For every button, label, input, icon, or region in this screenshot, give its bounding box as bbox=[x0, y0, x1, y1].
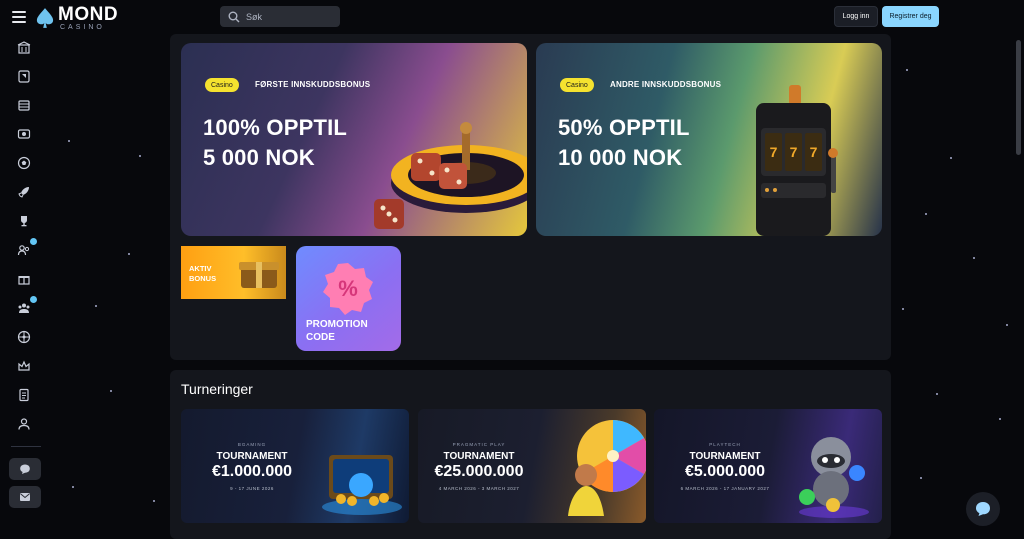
trophy-icon[interactable] bbox=[14, 211, 34, 231]
mail-icon[interactable] bbox=[9, 486, 41, 508]
active-bonus-line1: AKTIV bbox=[189, 264, 212, 273]
soccer-ball-icon[interactable] bbox=[14, 153, 34, 173]
live-casino-icon[interactable] bbox=[14, 124, 34, 144]
raccoon-illustration bbox=[799, 437, 869, 518]
brand-subtitle: CASINO bbox=[60, 24, 105, 31]
rocket-icon[interactable] bbox=[14, 182, 34, 202]
crown-icon[interactable] bbox=[14, 356, 34, 376]
notification-dot bbox=[30, 238, 37, 245]
search-box[interactable] bbox=[220, 6, 340, 27]
tournament-amount: €1.000.000 bbox=[211, 463, 293, 480]
roulette-illustration bbox=[374, 122, 527, 229]
promotion-code-tile[interactable]: % PROMOTION CODE bbox=[296, 246, 401, 351]
brand-name: MOND bbox=[58, 4, 119, 25]
tournament-dates: 4 MARCH 2026 - 3 MARCH 2027 bbox=[438, 486, 520, 491]
live-chat-button[interactable] bbox=[966, 492, 1000, 526]
fortune-wheel-illustration bbox=[568, 420, 646, 516]
svg-text:7: 7 bbox=[790, 144, 798, 160]
tournament-amount: €25.000.000 bbox=[434, 463, 524, 480]
menu-icon[interactable] bbox=[12, 11, 26, 23]
tournament-amount: €5.000.000 bbox=[684, 463, 766, 480]
chat-bubble-icon bbox=[976, 502, 990, 516]
promo-card-first-deposit[interactable]: Casino FØRSTE INNSKUDDSBONUS 100% OPPTIL… bbox=[181, 43, 527, 236]
svg-text:7: 7 bbox=[810, 144, 818, 160]
notification-dot bbox=[30, 296, 37, 303]
tournament-card[interactable]: BGAMING TOURNAMENT €1.000.000 9 - 17 JUN… bbox=[181, 409, 409, 523]
brand-logo[interactable]: MOND CASINO bbox=[36, 5, 118, 31]
slot-machine-illustration: 7 7 7 bbox=[756, 85, 838, 236]
tournament-name: TOURNAMENT bbox=[689, 451, 761, 462]
active-bonus-line2: BONUS bbox=[189, 274, 217, 283]
register-button[interactable]: Registrer deg bbox=[882, 6, 939, 27]
spade-icon bbox=[36, 8, 54, 28]
chat-icon[interactable] bbox=[9, 458, 41, 480]
document-icon[interactable] bbox=[14, 385, 34, 405]
vip-group-icon[interactable] bbox=[14, 296, 37, 318]
treasure-illustration bbox=[322, 455, 402, 515]
tournament-card[interactable]: PLAYTECH TOURNAMENT €5.000.000 6 MARCH 2… bbox=[654, 409, 882, 523]
section-title-tournaments: Turneringer bbox=[181, 381, 253, 397]
promo-title-line1: 100% OPPTIL bbox=[203, 115, 348, 140]
active-bonus-label: AKTIV BONUS bbox=[189, 264, 216, 284]
gift-box-icon bbox=[239, 262, 279, 288]
promo-title: 100% OPPTIL 5 000 NOK bbox=[203, 113, 347, 173]
sidebar-divider bbox=[11, 446, 41, 447]
svg-text:7: 7 bbox=[770, 144, 778, 160]
tournament-provider: BGAMING bbox=[237, 442, 267, 447]
promotion-code-line1: PROMOTION bbox=[306, 319, 368, 330]
tournament-name: TOURNAMENT bbox=[216, 451, 288, 462]
promo-label: FØRSTE INNSKUDDSBONUS bbox=[255, 80, 371, 89]
promo-title-line1: 50% OPPTIL bbox=[558, 115, 690, 140]
search-input[interactable] bbox=[246, 11, 326, 22]
tournament-name: TOURNAMENT bbox=[443, 451, 515, 462]
promo-title-line2: 5 000 NOK bbox=[203, 145, 315, 170]
svg-text:%: % bbox=[338, 276, 358, 301]
wheel-icon[interactable] bbox=[14, 327, 34, 347]
tournament-provider: PLAYTECH bbox=[709, 442, 741, 447]
casino-icon[interactable] bbox=[14, 38, 34, 58]
tournament-card[interactable]: PRAGMATIC PLAY TOURNAMENT €25.000.000 4 … bbox=[418, 409, 646, 523]
gift-icon[interactable] bbox=[14, 269, 34, 289]
tournament-provider: PRAGMATIC PLAY bbox=[452, 442, 506, 447]
promotion-code-label: PROMOTION CODE bbox=[306, 318, 368, 344]
slot-machine-icon[interactable] bbox=[14, 95, 34, 115]
active-bonus-tile[interactable]: AKTIV BONUS bbox=[181, 246, 286, 299]
search-icon bbox=[228, 11, 240, 22]
top-bar: MOND CASINO Logg inn Registrer deg bbox=[0, 0, 1024, 36]
login-button[interactable]: Logg inn bbox=[834, 6, 878, 27]
category-badge: Casino bbox=[205, 78, 239, 92]
promo-label: ANDRE INNSKUDDSBONUS bbox=[610, 80, 722, 89]
category-badge: Casino bbox=[560, 78, 594, 92]
friends-icon[interactable] bbox=[14, 238, 37, 260]
percent-badge-icon: % bbox=[323, 263, 373, 315]
cards-icon[interactable] bbox=[14, 66, 34, 86]
promo-card-second-deposit[interactable]: Casino ANDRE INNSKUDDSBONUS 50% OPPTIL 1… bbox=[536, 43, 882, 236]
page-scrollbar[interactable] bbox=[1016, 40, 1021, 155]
promo-title: 50% OPPTIL 10 000 NOK bbox=[558, 113, 690, 173]
tournament-dates: 6 MARCH 2026 - 17 JANUARY 2027 bbox=[680, 486, 770, 491]
sidebar bbox=[0, 36, 48, 539]
support-agent-icon[interactable] bbox=[14, 414, 34, 434]
promotion-code-line2: CODE bbox=[306, 332, 335, 343]
tournament-dates: 9 - 17 JUNE 2026 bbox=[230, 486, 274, 491]
promo-title-line2: 10 000 NOK bbox=[558, 145, 683, 170]
